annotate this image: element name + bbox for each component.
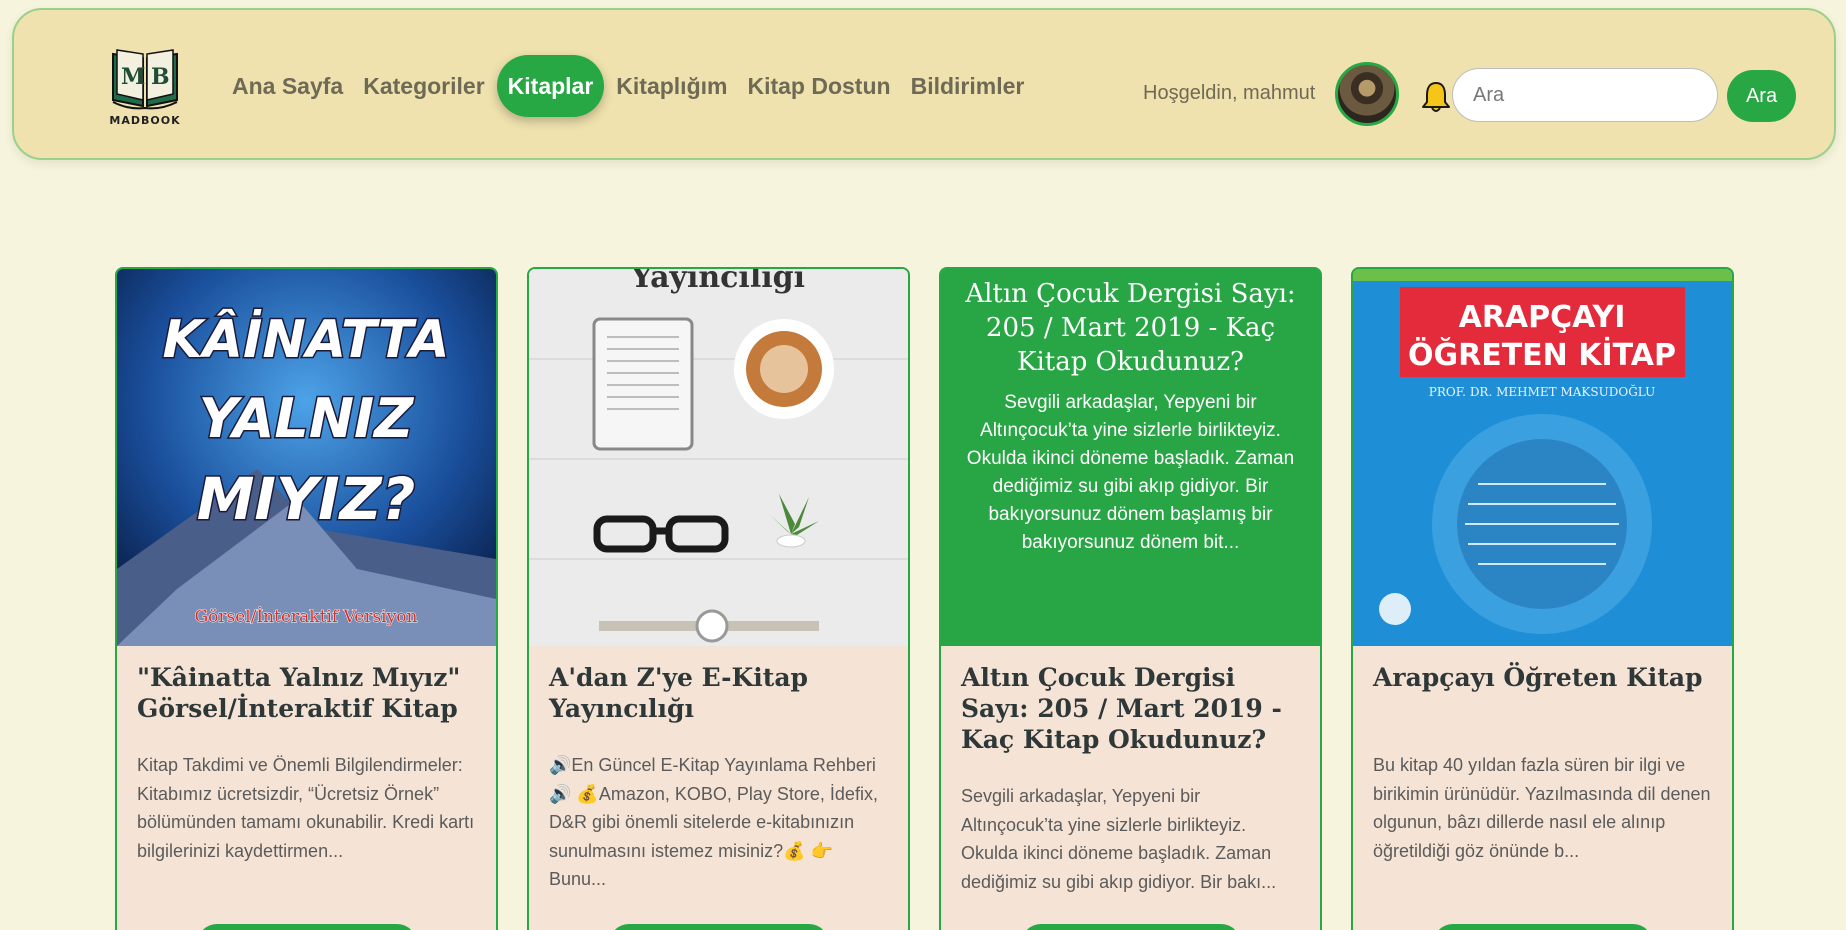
- book-detail-button[interactable]: [1021, 924, 1241, 930]
- book-title[interactable]: Arapçayı Öğreten Kitap: [1373, 662, 1718, 693]
- cover-header: Yayıncılığı: [630, 269, 805, 295]
- search-button[interactable]: Ara: [1727, 70, 1796, 122]
- book-card[interactable]: ARAPÇAYI ÖĞRETEN KİTAP PROF. DR. MEHMET …: [1351, 267, 1734, 930]
- cover-line-1: ARAPÇAYI: [1459, 300, 1626, 335]
- book-description: Bu kitap 40 yıldan fazla süren bir ilgi …: [1373, 755, 1711, 861]
- overlay-title: Altın Çocuk Dergisi Sayı: 205 / Mart 201…: [965, 279, 1296, 377]
- book-description: Kitap Takdimi ve Önemli Bilgilendirmeler…: [137, 755, 475, 861]
- book-title[interactable]: A'dan Z'ye E-Kitap Yayıncılığı: [549, 662, 894, 724]
- logo-name: MADBOOK: [109, 114, 181, 127]
- nav-categories[interactable]: Kategoriler: [353, 73, 494, 100]
- book-detail-button[interactable]: [197, 924, 417, 930]
- welcome-text: Hoşgeldin, mahmut: [1143, 82, 1316, 104]
- book-cover-image[interactable]: Yayıncılığı: [529, 269, 908, 646]
- svg-text:B: B: [151, 64, 170, 90]
- nav-book-friend[interactable]: Kitap Dostun: [737, 73, 900, 100]
- book-cover-image[interactable]: KÂİNATTA YALNIZ MIYIZ? Görsel/İnteraktif…: [117, 269, 496, 646]
- cover-line-1: KÂİNATTA: [162, 309, 449, 370]
- cover-line-2: ÖĞRETEN KİTAP: [1408, 336, 1676, 373]
- cover-line-3: MIYIZ?: [197, 465, 416, 533]
- cover-line-2: YALNIZ: [199, 387, 414, 450]
- book-hover-overlay[interactable]: Altın Çocuk Dergisi Sayı: 205 / Mart 201…: [941, 269, 1320, 646]
- navbar: MB M B MADBOOK Ana Sayfa Kategoriler Kit…: [12, 8, 1836, 160]
- logo[interactable]: MB M B MADBOOK: [100, 44, 190, 134]
- bell-icon[interactable]: [1420, 80, 1452, 114]
- book-card[interactable]: Yayıncılığı A'dan Z'ye E-Kitap Yayıncılı…: [527, 267, 910, 930]
- nav-my-library[interactable]: Kitaplığım: [606, 73, 737, 100]
- book-cover-image[interactable]: Altın Çocuk Dergisi Sayı: 205 / Mart 201…: [941, 269, 1320, 646]
- nav-books[interactable]: Kitaplar: [496, 55, 605, 117]
- book-cover-image[interactable]: ARAPÇAYI ÖĞRETEN KİTAP PROF. DR. MEHMET …: [1353, 269, 1732, 646]
- book-logo-icon: MB M B: [112, 49, 178, 110]
- nav-notifications[interactable]: Bildirimler: [901, 73, 1035, 100]
- avatar[interactable]: [1335, 62, 1399, 126]
- nav-home[interactable]: Ana Sayfa: [222, 73, 353, 100]
- cover-author: PROF. DR. MEHMET MAKSUDOĞLU: [1429, 383, 1655, 399]
- overlay-text: Sevgili arkadaşlar, Yepyeni bir Altınçoc…: [966, 392, 1295, 553]
- book-detail-button[interactable]: [609, 924, 829, 930]
- book-card[interactable]: Altın Çocuk Dergisi Sayı: 205 / Mart 201…: [939, 267, 1322, 930]
- book-description: 🔊En Güncel E-Kitap Yayınlama Rehberi 🔊 💰…: [549, 755, 878, 889]
- publisher-logo: [1379, 593, 1411, 625]
- svg-text:M: M: [121, 64, 145, 90]
- book-card[interactable]: KÂİNATTA YALNIZ MIYIZ? Görsel/İnteraktif…: [115, 267, 498, 930]
- cover-subtitle: Görsel/İnteraktif Versiyon: [195, 606, 418, 627]
- main-nav: Ana Sayfa Kategoriler Kitaplar Kitaplığı…: [222, 54, 1034, 118]
- book-description: Sevgili arkadaşlar, Yepyeni bir Altınçoc…: [961, 786, 1277, 892]
- book-detail-button[interactable]: [1433, 924, 1653, 930]
- book-title[interactable]: Altın Çocuk Dergisi Sayı: 205 / Mart 201…: [961, 662, 1306, 755]
- ereader-illustration: [592, 317, 694, 451]
- book-title[interactable]: "Kâinatta Yalnız Mıyız" Görsel/İnterakti…: [137, 662, 482, 724]
- search-input[interactable]: [1452, 68, 1718, 122]
